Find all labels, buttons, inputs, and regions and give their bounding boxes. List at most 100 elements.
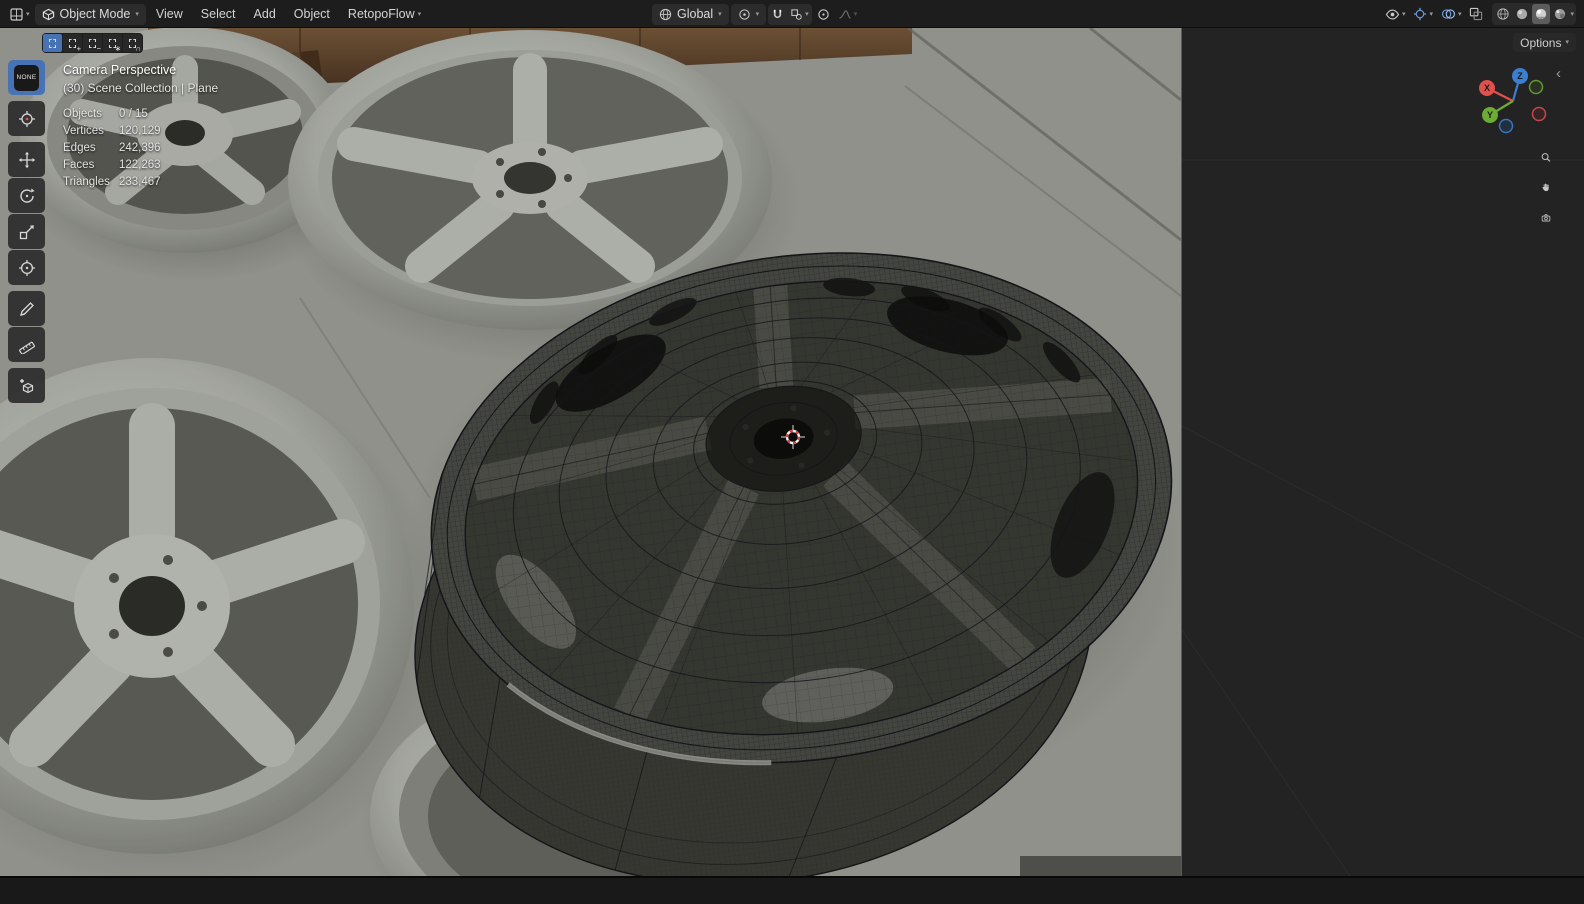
select-mode-extend-button[interactable]: + — [63, 34, 82, 52]
snap-toggle[interactable] — [768, 4, 787, 25]
select-subtract-icon — [89, 38, 96, 48]
options-label: Options — [1520, 35, 1562, 50]
options-dropdown[interactable]: Options ▾ — [1513, 33, 1576, 52]
scene-statistics: Objects 0 / 15 Vertices 120,129 Edges 242,3… — [63, 108, 218, 188]
pan-button[interactable] — [1535, 176, 1557, 198]
solid-shading-button[interactable] — [1513, 4, 1531, 24]
select-mode-invert-button[interactable]: ∗ — [103, 34, 122, 52]
stat-value: 120,129 — [119, 125, 161, 137]
menu-view[interactable]: View — [148, 4, 191, 24]
transform-tool-icon — [18, 259, 35, 276]
chevron-down-icon: ▾ — [1429, 10, 1433, 18]
rendered-shading-button[interactable] — [1551, 4, 1569, 24]
menu-retopoflow[interactable]: RetopoFlow ▾ — [340, 4, 429, 24]
proportional-falloff-dropdown[interactable]: ▾ — [835, 3, 861, 25]
show-overlays-dropdown[interactable]: ▾ — [1438, 3, 1465, 25]
chevron-down-icon: ▾ — [1565, 39, 1569, 46]
cursor-tool-button[interactable] — [8, 101, 45, 136]
solid-shading-icon — [1517, 8, 1528, 20]
move-tool-icon — [18, 151, 35, 168]
wireframe-shading-icon — [1497, 8, 1510, 20]
scale-tool-button[interactable] — [8, 214, 45, 249]
annotate-pencil-icon — [19, 301, 34, 316]
top-header-bar: ▾ Object Mode ▾ View Select Add Object R… — [0, 0, 1584, 28]
select-mode-subtract-button[interactable]: − — [83, 34, 102, 52]
snap-control: ▾ — [768, 3, 812, 25]
orientation-label: Global — [677, 7, 714, 21]
move-tool-button[interactable] — [8, 142, 45, 177]
menu-add[interactable]: Add — [246, 4, 284, 24]
sidebar-toggle-arrow[interactable]: ‹ — [1556, 66, 1561, 81]
stat-label: Triangles — [63, 176, 110, 188]
header-transform-group: Global ▾ ▾ ▾ ▾ — [652, 0, 860, 28]
rotate-tool-button[interactable] — [8, 178, 45, 213]
scene-context-label: (30) Scene Collection | Plane — [63, 81, 219, 95]
retopoflow-label: RetopoFlow — [347, 7, 415, 21]
scale-tool-icon — [19, 224, 34, 239]
axis-gizmo: Z X Y — [1479, 68, 1547, 134]
measure-tool-button[interactable] — [8, 327, 45, 362]
add-cube-tool-button[interactable] — [8, 368, 45, 403]
chevron-down-icon: ▾ — [135, 10, 139, 18]
cursor-tool-icon — [18, 110, 35, 127]
magnifier-icon — [1541, 152, 1551, 162]
viewport-hud: Camera Perspective (30) Scene Collection… — [63, 61, 218, 188]
chevron-down-icon: ▾ — [1401, 10, 1406, 18]
retopoflow-tool-button[interactable]: NONE — [8, 60, 45, 95]
zoom-button[interactable] — [1535, 146, 1557, 168]
3d-viewport[interactable]: + − ∗ ∩ Options ▾ NONE Camera Perspectiv… — [0, 28, 1584, 876]
header-left-group: ▾ Object Mode ▾ View Select Add Object R… — [6, 0, 429, 28]
toggle-xray-icon — [1470, 7, 1483, 21]
xray-toggle[interactable] — [1466, 3, 1486, 25]
editor-type-button[interactable]: ▾ — [6, 3, 33, 25]
menu-select[interactable]: Select — [193, 4, 244, 24]
pivot-dropdown[interactable]: ▾ — [730, 3, 767, 25]
camera-icon — [1541, 213, 1551, 221]
select-mode-intersect-button[interactable]: ∩ — [123, 34, 142, 52]
rendered-shading-icon — [1555, 8, 1566, 20]
navigation-gizmo[interactable]: Z X Y — [1477, 64, 1549, 140]
object-visibility-dropdown[interactable]: ▾ — [1382, 3, 1409, 25]
retopoflow-tool-icon: NONE — [14, 64, 39, 91]
annotate-tool-button[interactable] — [8, 291, 45, 326]
stat-value: 242,396 — [119, 142, 161, 154]
rotate-tool-icon — [19, 188, 34, 203]
select-box-icon — [49, 38, 56, 48]
pivot-point-icon — [739, 8, 750, 20]
proportional-editing-toggle[interactable] — [814, 3, 833, 25]
tool-shelf: NONE — [8, 60, 45, 404]
mode-label: Object Mode — [59, 7, 131, 21]
axis-y-label: Y — [1487, 110, 1493, 120]
select-mode-new-button[interactable] — [43, 34, 62, 52]
orientation-dropdown[interactable]: Global ▾ — [652, 3, 729, 25]
camera-view-button[interactable] — [1535, 206, 1557, 228]
3d-cursor-icon — [781, 425, 805, 449]
chevron-down-icon: ▾ — [417, 10, 422, 18]
outside-camera-area[interactable] — [1181, 28, 1584, 876]
globe-icon — [659, 8, 672, 20]
stat-value: 122,263 — [119, 159, 161, 171]
menu-object[interactable]: Object — [286, 4, 338, 24]
magnet-icon — [774, 9, 782, 18]
wireframe-shading-button[interactable] — [1494, 4, 1512, 24]
transform-tool-button[interactable] — [8, 250, 45, 285]
3d-viewport-editor-icon — [10, 7, 23, 21]
snap-target-dropdown[interactable]: ▾ — [787, 4, 812, 25]
select-mode-group: + − ∗ ∩ — [42, 33, 143, 53]
view-name-label: Camera Perspective — [63, 63, 177, 77]
show-gizmos-dropdown[interactable]: ▾ — [1410, 3, 1436, 25]
falloff-curve-icon — [838, 9, 851, 19]
chevron-down-icon: ▾ — [1457, 10, 1462, 18]
add-cube-icon — [19, 378, 33, 393]
material-preview-shading-button[interactable] — [1532, 4, 1551, 24]
chevron-down-icon: ▾ — [853, 10, 858, 18]
header-view-toggles: ▾ ▾ ▾ ▾ — [1382, 0, 1576, 28]
axis-z-label: Z — [1517, 71, 1523, 81]
material-preview-shading-icon — [1536, 8, 1547, 20]
stat-value: 0 / 15 — [119, 108, 148, 120]
stat-value: 233,467 — [119, 176, 161, 188]
mode-dropdown[interactable]: Object Mode ▾ — [34, 3, 146, 25]
stat-label: Vertices — [63, 125, 104, 137]
stat-label: Objects — [63, 108, 102, 120]
chevron-down-icon: ▾ — [805, 10, 809, 18]
